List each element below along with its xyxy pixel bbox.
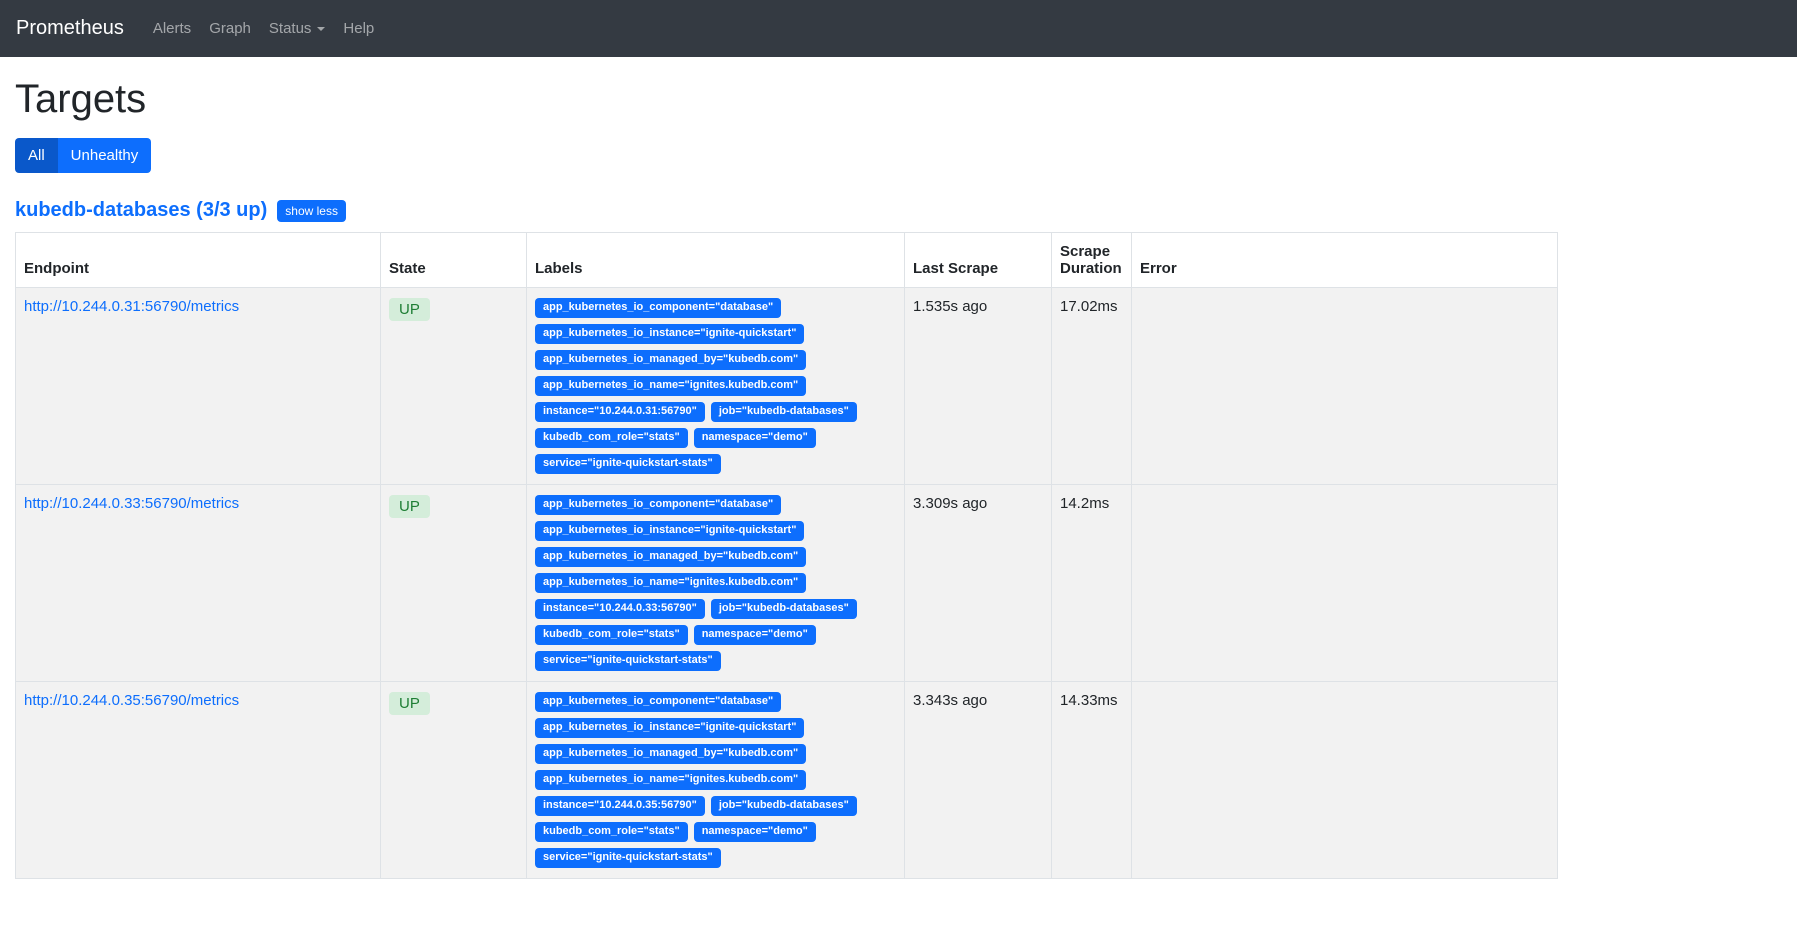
main-content: Targets All Unhealthy kubedb-databases (…	[0, 77, 1573, 879]
filter-unhealthy-button[interactable]: Unhealthy	[58, 138, 152, 173]
last-scrape-value: 3.343s ago	[905, 682, 1052, 879]
table-row: http://10.244.0.31:56790/metrics UP app_…	[16, 288, 1558, 485]
label-badge: service="ignite-quickstart-stats"	[535, 454, 721, 474]
label-badge: kubedb_com_role="stats"	[535, 625, 688, 645]
label-badge: app_kubernetes_io_name="ignites.kubedb.c…	[535, 770, 806, 790]
label-badge: namespace="demo"	[694, 428, 816, 448]
label-badge: app_kubernetes_io_instance="ignite-quick…	[535, 718, 804, 738]
error-value	[1132, 485, 1558, 682]
label-badge: instance="10.244.0.31:56790"	[535, 402, 705, 422]
nav-item-graph[interactable]: Graph	[200, 12, 260, 45]
col-header-error: Error	[1132, 233, 1558, 288]
label-badge: kubedb_com_role="stats"	[535, 822, 688, 842]
label-badge: app_kubernetes_io_instance="ignite-quick…	[535, 324, 804, 344]
page-title: Targets	[15, 77, 1558, 122]
chevron-down-icon	[317, 27, 325, 31]
label-badge: service="ignite-quickstart-stats"	[535, 848, 721, 868]
filter-all-button[interactable]: All	[15, 138, 58, 173]
navbar: Prometheus Alerts Graph Status Help	[0, 0, 1797, 57]
nav-item-help[interactable]: Help	[334, 12, 383, 45]
scrape-duration-value: 17.02ms	[1052, 288, 1132, 485]
label-badge: app_kubernetes_io_component="database"	[535, 495, 781, 515]
last-scrape-value: 1.535s ago	[905, 288, 1052, 485]
error-value	[1132, 682, 1558, 879]
targets-table: Endpoint State Labels Last Scrape Scrape…	[15, 232, 1558, 879]
label-badge: instance="10.244.0.35:56790"	[535, 796, 705, 816]
endpoint-link[interactable]: http://10.244.0.35:56790/metrics	[24, 692, 239, 709]
label-badge: namespace="demo"	[694, 625, 816, 645]
scrape-duration-value: 14.33ms	[1052, 682, 1132, 879]
label-badge: app_kubernetes_io_managed_by="kubedb.com…	[535, 547, 806, 567]
endpoint-link[interactable]: http://10.244.0.33:56790/metrics	[24, 495, 239, 512]
label-badge: instance="10.244.0.33:56790"	[535, 599, 705, 619]
nav-item-label: Status	[269, 20, 312, 37]
brand-link[interactable]: Prometheus	[16, 17, 124, 40]
nav-links: Alerts Graph Status Help	[144, 12, 383, 45]
last-scrape-value: 3.309s ago	[905, 485, 1052, 682]
label-badge: job="kubedb-databases"	[711, 796, 857, 816]
label-badge: app_kubernetes_io_name="ignites.kubedb.c…	[535, 376, 806, 396]
col-header-labels: Labels	[527, 233, 905, 288]
label-badge: namespace="demo"	[694, 822, 816, 842]
label-badge: app_kubernetes_io_component="database"	[535, 298, 781, 318]
table-row: http://10.244.0.33:56790/metrics UP app_…	[16, 485, 1558, 682]
table-row: http://10.244.0.35:56790/metrics UP app_…	[16, 682, 1558, 879]
label-badge: app_kubernetes_io_name="ignites.kubedb.c…	[535, 573, 806, 593]
label-badge: app_kubernetes_io_component="database"	[535, 692, 781, 712]
scrape-duration-value: 14.2ms	[1052, 485, 1132, 682]
nav-item-label: Alerts	[153, 20, 191, 37]
labels-list: app_kubernetes_io_component="database"ap…	[535, 692, 895, 868]
target-filter-group: All Unhealthy	[15, 138, 151, 173]
labels-list: app_kubernetes_io_component="database"ap…	[535, 495, 895, 671]
label-badge: job="kubedb-databases"	[711, 599, 857, 619]
error-value	[1132, 288, 1558, 485]
col-header-endpoint: Endpoint	[16, 233, 381, 288]
labels-list: app_kubernetes_io_component="database"ap…	[535, 298, 895, 474]
job-group-header: kubedb-databases (3/3 up) show less	[15, 199, 1558, 222]
col-header-last-scrape: Last Scrape	[905, 233, 1052, 288]
label-badge: app_kubernetes_io_managed_by="kubedb.com…	[535, 744, 806, 764]
label-badge: service="ignite-quickstart-stats"	[535, 651, 721, 671]
nav-item-status[interactable]: Status	[260, 12, 335, 45]
label-badge: app_kubernetes_io_managed_by="kubedb.com…	[535, 350, 806, 370]
endpoint-link[interactable]: http://10.244.0.31:56790/metrics	[24, 298, 239, 315]
nav-item-label: Graph	[209, 20, 251, 37]
state-badge: UP	[389, 495, 430, 518]
state-badge: UP	[389, 298, 430, 321]
label-badge: job="kubedb-databases"	[711, 402, 857, 422]
label-badge: app_kubernetes_io_instance="ignite-quick…	[535, 521, 804, 541]
col-header-state: State	[381, 233, 527, 288]
nav-item-alerts[interactable]: Alerts	[144, 12, 200, 45]
show-less-button[interactable]: show less	[277, 200, 346, 222]
label-badge: kubedb_com_role="stats"	[535, 428, 688, 448]
table-header-row: Endpoint State Labels Last Scrape Scrape…	[16, 233, 1558, 288]
state-badge: UP	[389, 692, 430, 715]
job-group-title[interactable]: kubedb-databases (3/3 up)	[15, 199, 267, 222]
col-header-scrape-duration: Scrape Duration	[1052, 233, 1132, 288]
nav-item-label: Help	[343, 20, 374, 37]
